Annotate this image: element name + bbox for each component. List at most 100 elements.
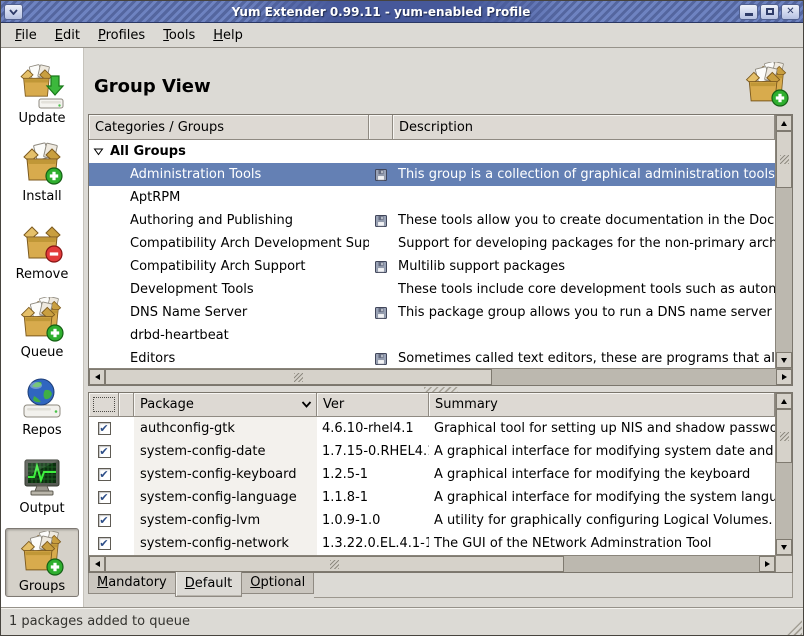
column-header-spacer[interactable]	[119, 393, 134, 417]
sidebar-item-output[interactable]: Output	[5, 450, 79, 519]
yum-extender-window: Yum Extender 0.99.11 - yum-enabled Profi…	[0, 0, 804, 636]
sidebar-item-label: Install	[22, 189, 61, 204]
package-name: system-config-keyboard	[134, 463, 317, 486]
column-header-description[interactable]: Description	[393, 115, 775, 140]
menu-item-help[interactable]: Help	[204, 25, 252, 46]
group-name: drbd-heartbeat	[130, 328, 229, 343]
scroll-right-button[interactable]	[759, 556, 775, 572]
scroll-left-button[interactable]	[89, 556, 105, 572]
menu-item-edit[interactable]: Edit	[46, 25, 89, 46]
column-header-icon[interactable]	[369, 115, 393, 140]
package-checkbox[interactable]	[98, 514, 111, 527]
package-row[interactable]: authconfig-gtk4.6.10-rhel4.1Graphical to…	[89, 417, 775, 440]
package-name: system-config-lvm	[134, 509, 317, 532]
group-name-cell: Administration Tools	[89, 167, 369, 182]
tree-hscroll-track[interactable]	[105, 369, 776, 385]
group-row[interactable]: Administration ToolsThis group is a coll…	[89, 163, 775, 186]
group-row[interactable]: drbd-heartbeat	[89, 324, 775, 347]
package-checkbox[interactable]	[98, 445, 111, 458]
package-row[interactable]: system-config-language1.1.8-1A graphical…	[89, 486, 775, 509]
scroll-up-button[interactable]	[776, 393, 792, 409]
resize-grip[interactable]	[785, 618, 802, 635]
package-row[interactable]: system-config-date1.7.15-0.RHEL4.1A grap…	[89, 440, 775, 463]
package-checkbox-cell	[89, 468, 119, 481]
scroll-down-button[interactable]	[776, 539, 792, 555]
scroll-left-button[interactable]	[89, 369, 105, 385]
tree-vscroll-track[interactable]	[776, 131, 792, 352]
column-header-ver[interactable]: Ver	[317, 393, 429, 417]
packages-hscroll-track[interactable]	[105, 556, 759, 572]
package-version: 1.2.5-1	[317, 467, 429, 482]
group-name-cell: Editors	[89, 351, 369, 366]
group-row[interactable]: Compatibility Arch SupportMultilib suppo…	[89, 255, 775, 278]
sidebar-item-label: Remove	[16, 267, 69, 282]
tree-vscrollbar[interactable]	[775, 115, 792, 368]
sidebar-item-groups[interactable]: Groups	[5, 528, 79, 597]
column-header-groups[interactable]: Categories / Groups	[89, 115, 369, 140]
sidebar-item-repos[interactable]: Repos	[5, 372, 79, 441]
group-name-cell: AptRPM	[89, 190, 369, 205]
group-row[interactable]: Authoring and PublishingThese tools allo…	[89, 209, 775, 232]
sidebar-item-update[interactable]: Update	[5, 60, 79, 129]
package-checkbox[interactable]	[98, 537, 111, 550]
arrow-down-icon	[781, 545, 787, 550]
arrow-up-icon	[781, 121, 787, 126]
packages-vscroll-track[interactable]	[776, 409, 792, 539]
tab-optional[interactable]: Optional	[241, 573, 314, 594]
sidebar-item-install[interactable]: Install	[5, 138, 79, 207]
column-header-summary[interactable]: Summary	[429, 393, 775, 417]
package-version: 1.7.15-0.RHEL4.1	[317, 444, 429, 459]
group-name: Compatibility Arch Support	[130, 259, 306, 274]
packages-vscrollbar[interactable]	[775, 393, 792, 555]
package-row[interactable]: system-config-lvm1.0.9-1.0A utility for …	[89, 509, 775, 532]
minimize-button[interactable]	[739, 4, 758, 20]
maximize-icon	[766, 8, 774, 15]
groups-tree-rows: All GroupsAdministration ToolsThis group…	[89, 140, 775, 368]
tree-hscrollbar[interactable]	[89, 368, 792, 385]
status-text: 1 packages added to queue	[9, 614, 190, 629]
packages-rows: authconfig-gtk4.6.10-rhel4.1Graphical to…	[89, 417, 775, 555]
packages-hscrollbar[interactable]	[89, 555, 775, 572]
sidebar-item-queue[interactable]: Queue	[5, 294, 79, 363]
group-row[interactable]: Development ToolsThese tools include cor…	[89, 278, 775, 301]
update-icon	[18, 63, 66, 111]
tab-default[interactable]: Default	[175, 572, 243, 597]
group-row[interactable]: Compatibility Arch Development SupportSu…	[89, 232, 775, 255]
scrollbar-thumb[interactable]	[105, 556, 564, 572]
group-row[interactable]: All Groups	[89, 140, 775, 163]
menu-item-file[interactable]: File	[6, 25, 46, 46]
titlebar[interactable]: Yum Extender 0.99.11 - yum-enabled Profi…	[1, 1, 803, 23]
package-row[interactable]: system-config-network1.3.22.0.EL.4.1-1Th…	[89, 532, 775, 555]
scroll-right-button[interactable]	[776, 369, 792, 385]
column-header-select[interactable]	[89, 393, 119, 417]
arrow-left-icon	[95, 374, 100, 380]
group-row[interactable]: DNS Name ServerThis package group allows…	[89, 301, 775, 324]
scrollbar-thumb[interactable]	[776, 409, 792, 463]
group-name: AptRPM	[130, 190, 180, 205]
scroll-up-button[interactable]	[776, 115, 792, 131]
tab-mandatory[interactable]: Mandatory	[88, 573, 176, 594]
menu-item-tools[interactable]: Tools	[154, 25, 204, 46]
menu-item-profiles[interactable]: Profiles	[89, 25, 154, 46]
group-row[interactable]: EditorsSometimes called text editors, th…	[89, 347, 775, 368]
close-button[interactable]: ✕	[781, 4, 800, 20]
window-menu-button[interactable]	[4, 4, 23, 20]
package-row[interactable]: system-config-keyboard1.2.5-1A graphical…	[89, 463, 775, 486]
scrollbar-thumb[interactable]	[776, 131, 792, 188]
package-checkbox[interactable]	[98, 422, 111, 435]
column-header-package[interactable]: Package	[134, 393, 317, 417]
group-name: Editors	[130, 351, 175, 366]
package-checkbox[interactable]	[98, 491, 111, 504]
package-checkbox[interactable]	[98, 468, 111, 481]
repos-icon	[18, 375, 66, 423]
expander-open-icon[interactable]	[93, 146, 104, 157]
scrollbar-thumb[interactable]	[105, 369, 492, 385]
maximize-button[interactable]	[760, 4, 779, 20]
group-name-cell: drbd-heartbeat	[89, 328, 369, 343]
group-name-cell: DNS Name Server	[89, 305, 369, 320]
group-row[interactable]: AptRPM	[89, 186, 775, 209]
scroll-down-button[interactable]	[776, 352, 792, 368]
package-version: 1.3.22.0.EL.4.1-1	[317, 536, 429, 551]
sidebar-item-remove[interactable]: Remove	[5, 216, 79, 285]
window-menu-icon	[9, 9, 18, 15]
